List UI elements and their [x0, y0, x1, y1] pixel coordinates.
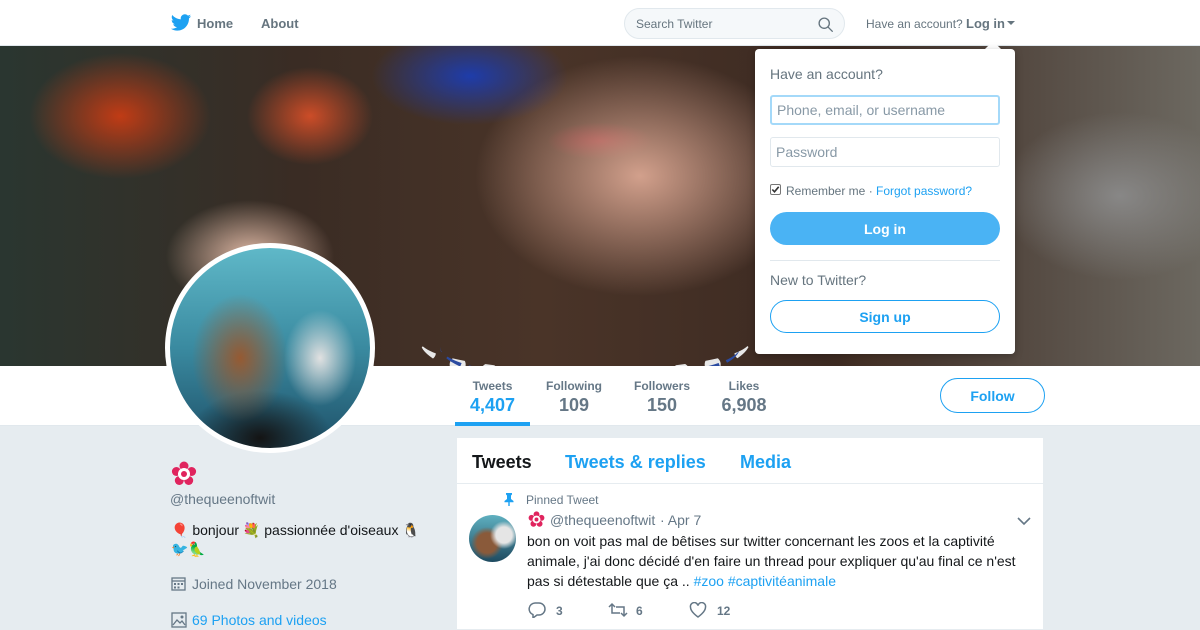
tab-tweets-replies[interactable]: Tweets & replies — [565, 452, 706, 473]
flower-badge-icon — [528, 511, 545, 527]
stat-followers[interactable]: Followers 150 — [626, 366, 698, 426]
new-to-twitter-text: New to Twitter? — [770, 272, 867, 288]
reply-icon[interactable] — [528, 602, 546, 618]
search-icon[interactable] — [817, 16, 834, 33]
hashtag-link[interactable]: #zoo — [694, 573, 724, 589]
retweet-icon[interactable] — [608, 602, 628, 618]
stat-likes[interactable]: Likes 6,908 — [712, 366, 776, 426]
twitter-bird-icon[interactable] — [170, 12, 192, 34]
pin-icon — [504, 493, 514, 506]
remember-me-label[interactable]: Remember me · — [786, 184, 873, 198]
photo-icon — [171, 612, 187, 628]
stat-value: 4,407 — [469, 395, 516, 415]
timeline-tabs: Tweets Tweets & replies Media — [457, 438, 1043, 484]
joined-date: Joined November 2018 — [192, 576, 337, 592]
emoji-icon: 💐 — [242, 522, 261, 538]
bio-text: bonjour — [192, 522, 240, 538]
tweet-avatar[interactable] — [469, 515, 516, 562]
emoji-icon: 🐧 — [402, 522, 420, 538]
tab-media[interactable]: Media — [740, 452, 791, 473]
divider — [770, 260, 1000, 261]
reply-action[interactable]: 3 — [528, 601, 588, 619]
tweet-text: bon on voit pas mal de bêtises sur twitt… — [527, 531, 1027, 591]
timeline: Tweets Tweets & replies Media Pinned Twe… — [456, 437, 1044, 630]
top-navigation-bar: Home About Have an account? Log in — [0, 0, 1200, 46]
stat-following[interactable]: Following 109 — [538, 366, 610, 426]
password-field[interactable] — [770, 137, 1000, 167]
nav-about-link[interactable]: About — [261, 16, 299, 31]
profile-handle[interactable]: @thequeenoftwit — [170, 491, 275, 507]
dropdown-title: Have an account? — [770, 66, 883, 82]
reply-count: 3 — [556, 604, 563, 618]
bio-text: passionnée d'oiseaux — [264, 522, 399, 538]
chevron-down-icon[interactable] — [1017, 516, 1031, 526]
forgot-password-link[interactable]: Forgot password? — [876, 184, 972, 198]
emoji-icon: 🐦🦜 — [171, 541, 206, 557]
like-count: 12 — [717, 604, 731, 618]
stat-label: Following — [546, 379, 602, 393]
login-menu-link[interactable]: Log in — [966, 16, 1005, 31]
flower-badge-icon — [171, 461, 197, 485]
stat-label: Likes — [728, 379, 760, 393]
stat-value: 109 — [558, 395, 590, 415]
profile-bio: 🎈 bonjour 💐 passionnée d'oiseaux 🐧 🐦🦜 — [171, 521, 441, 559]
tab-tweets[interactable]: Tweets — [472, 452, 532, 473]
follow-button[interactable]: Follow — [940, 378, 1045, 413]
photos-videos-link[interactable]: 69 Photos and videos — [192, 612, 327, 628]
pinned-tweet-label: Pinned Tweet — [526, 493, 599, 507]
have-account-text: Have an account? — [866, 17, 963, 31]
emoji-icon: 🎈 — [171, 522, 189, 538]
caret-down-icon[interactable] — [1007, 21, 1015, 25]
tweet-author-handle[interactable]: @thequeenoftwit — [550, 512, 655, 528]
hashtag-link[interactable]: #captivitéanimale — [728, 573, 836, 589]
remember-me-checkbox[interactable] — [770, 184, 781, 195]
signup-button[interactable]: Sign up — [770, 300, 1000, 333]
search-box[interactable] — [624, 8, 845, 39]
login-button[interactable]: Log in — [770, 212, 1000, 245]
calendar-icon — [171, 577, 186, 591]
tweet-timestamp[interactable]: · Apr 7 — [660, 512, 701, 528]
stat-label: Followers — [633, 379, 690, 393]
stat-value: 6,908 — [721, 395, 767, 415]
login-dropdown: Have an account? Remember me · Forgot pa… — [755, 49, 1015, 354]
heart-icon[interactable] — [689, 602, 707, 618]
like-action[interactable]: 12 — [689, 601, 749, 619]
dropdown-arrow — [985, 41, 1001, 49]
retweet-action[interactable]: 6 — [608, 601, 668, 619]
retweet-count: 6 — [636, 604, 643, 618]
stat-label: Tweets — [472, 379, 513, 393]
profile-avatar[interactable] — [165, 243, 375, 453]
nav-home-link[interactable]: Home — [197, 16, 233, 31]
stat-value: 150 — [646, 395, 678, 415]
username-field[interactable] — [770, 95, 1000, 125]
stat-tweets[interactable]: Tweets 4,407 — [455, 366, 530, 426]
search-input[interactable] — [636, 15, 806, 33]
